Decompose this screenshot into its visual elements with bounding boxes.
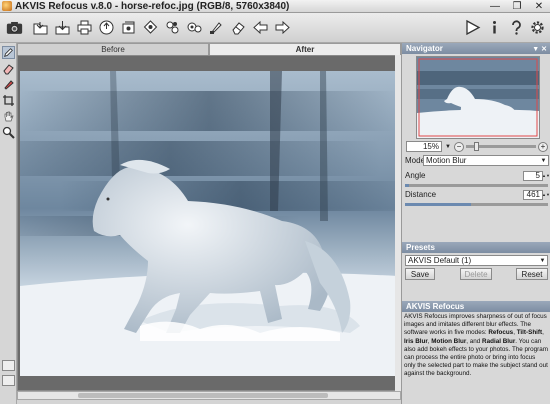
maximize-button[interactable]: ❐: [506, 0, 528, 13]
minimize-button[interactable]: —: [484, 0, 506, 13]
mode-label: Mode:: [405, 156, 428, 165]
crop-icon[interactable]: [2, 94, 15, 107]
view-split-icon[interactable]: [2, 375, 15, 386]
horizontal-scrollbar[interactable]: [17, 391, 401, 400]
window-controls: — ❐ ✕: [484, 0, 550, 13]
angle-slider-fill: [405, 184, 410, 187]
presets-title: Presets: [406, 243, 435, 252]
mode-value: Motion Blur: [426, 156, 467, 165]
view-tabs: Before After: [17, 43, 401, 55]
settings-icon[interactable]: [186, 19, 203, 36]
angle-slider[interactable]: [405, 184, 548, 187]
photo-preview: [20, 71, 398, 376]
preset-value: AKVIS Default (1): [408, 256, 472, 265]
mode-refocus: Refocus: [488, 329, 514, 337]
angle-field[interactable]: 5: [523, 170, 543, 181]
tools-sidebar: [0, 43, 17, 404]
zoom-dropdown-icon[interactable]: ▼: [444, 141, 452, 152]
tab-before[interactable]: Before: [17, 43, 209, 55]
help-title: AKVIS Refocus: [406, 302, 465, 311]
close-button[interactable]: ✕: [528, 0, 550, 13]
view-single-icon[interactable]: [2, 360, 15, 371]
preset-select[interactable]: AKVIS Default (1) ▼: [405, 255, 548, 266]
tab-after[interactable]: After: [209, 43, 401, 55]
before-icon[interactable]: [142, 19, 159, 36]
image-canvas[interactable]: [17, 55, 401, 391]
preferences-icon[interactable]: [529, 19, 546, 36]
print-icon[interactable]: [76, 19, 93, 36]
open-icon[interactable]: [32, 19, 49, 36]
back-arrow-icon[interactable]: [252, 19, 269, 36]
mode-iris-blur: Iris Blur: [404, 337, 428, 345]
distance-slider[interactable]: [405, 203, 548, 206]
mode-tilt-shift: Tilt-Shift: [516, 329, 543, 337]
app-logo-icon: [2, 1, 12, 11]
collapse-icon[interactable]: ▼ ✕: [532, 45, 547, 53]
zoom-slider-thumb[interactable]: [474, 142, 479, 151]
window-title: AKVIS Refocus v.8.0 - horse-refoc.jpg (R…: [15, 0, 290, 12]
help-header: AKVIS Refocus: [402, 301, 550, 312]
help-text: AKVIS Refocus improves sharpness of out …: [404, 313, 548, 403]
save-icon[interactable]: [54, 19, 71, 36]
preset-row: AKVIS Default (1) ▼: [405, 255, 549, 266]
zoom-out-button[interactable]: −: [454, 141, 464, 152]
camera-open-icon[interactable]: [4, 19, 24, 36]
help-sep: ,: [542, 329, 544, 337]
distance-label: Distance: [405, 190, 437, 199]
zoom-in-button[interactable]: +: [538, 141, 548, 152]
run-icon[interactable]: [464, 19, 481, 36]
forward-arrow-icon[interactable]: [274, 19, 291, 36]
mode-row: Mode: Motion Blur ▼: [405, 155, 549, 166]
navigator-preview[interactable]: [416, 56, 540, 139]
hand-icon[interactable]: [2, 110, 15, 123]
distance-spinner-icon[interactable]: ▲▼: [542, 190, 550, 200]
angle-label: Angle: [405, 171, 426, 180]
brush-icon[interactable]: [208, 19, 225, 36]
angle-row: Angle 5 ▲▼: [405, 170, 550, 181]
delete-preset-button[interactable]: Delete: [460, 268, 492, 280]
zoom-icon[interactable]: [2, 126, 15, 139]
share-icon[interactable]: [98, 19, 115, 36]
chevron-down-icon: ▼: [539, 257, 546, 264]
zoom-slider[interactable]: [466, 142, 536, 151]
settings-panel: Navigator ▼ ✕ 15% ▼ − + Mode: Motion Blu…: [401, 43, 550, 404]
reset-preset-button[interactable]: Reset: [516, 268, 548, 280]
distance-row: Distance 461 ▲▼: [405, 189, 550, 200]
eraser-icon[interactable]: [230, 19, 247, 36]
toolbar: [0, 13, 550, 43]
mode-select[interactable]: Motion Blur ▼: [423, 155, 549, 166]
navigator-header: Navigator ▼ ✕: [402, 43, 550, 54]
after-icon[interactable]: [164, 19, 181, 36]
distance-slider-fill: [405, 203, 471, 206]
chevron-down-icon: ▼: [540, 157, 547, 164]
scrollbar-thumb[interactable]: [78, 393, 328, 398]
help-icon[interactable]: [508, 19, 525, 36]
zoom-controls: 15% ▼ − +: [406, 140, 548, 153]
mode-motion-blur: Motion Blur: [431, 337, 467, 345]
distance-field[interactable]: 461: [523, 189, 543, 200]
presets-header: Presets: [402, 242, 550, 253]
eraser-tool-icon[interactable]: [2, 62, 15, 75]
zoom-field[interactable]: 15%: [406, 141, 442, 152]
pencil-icon[interactable]: [2, 46, 15, 59]
batch-icon[interactable]: [120, 19, 137, 36]
mode-radial-blur: Radial Blur: [482, 337, 516, 345]
help-sep: , and: [466, 337, 483, 345]
angle-spinner-icon[interactable]: ▲▼: [542, 171, 550, 181]
navigator-title: Navigator: [406, 44, 443, 53]
pin-icon[interactable]: [2, 78, 15, 91]
info-icon[interactable]: [486, 19, 503, 36]
title-bar: AKVIS Refocus v.8.0 - horse-refoc.jpg (R…: [0, 0, 550, 13]
save-preset-button[interactable]: Save: [405, 268, 435, 280]
